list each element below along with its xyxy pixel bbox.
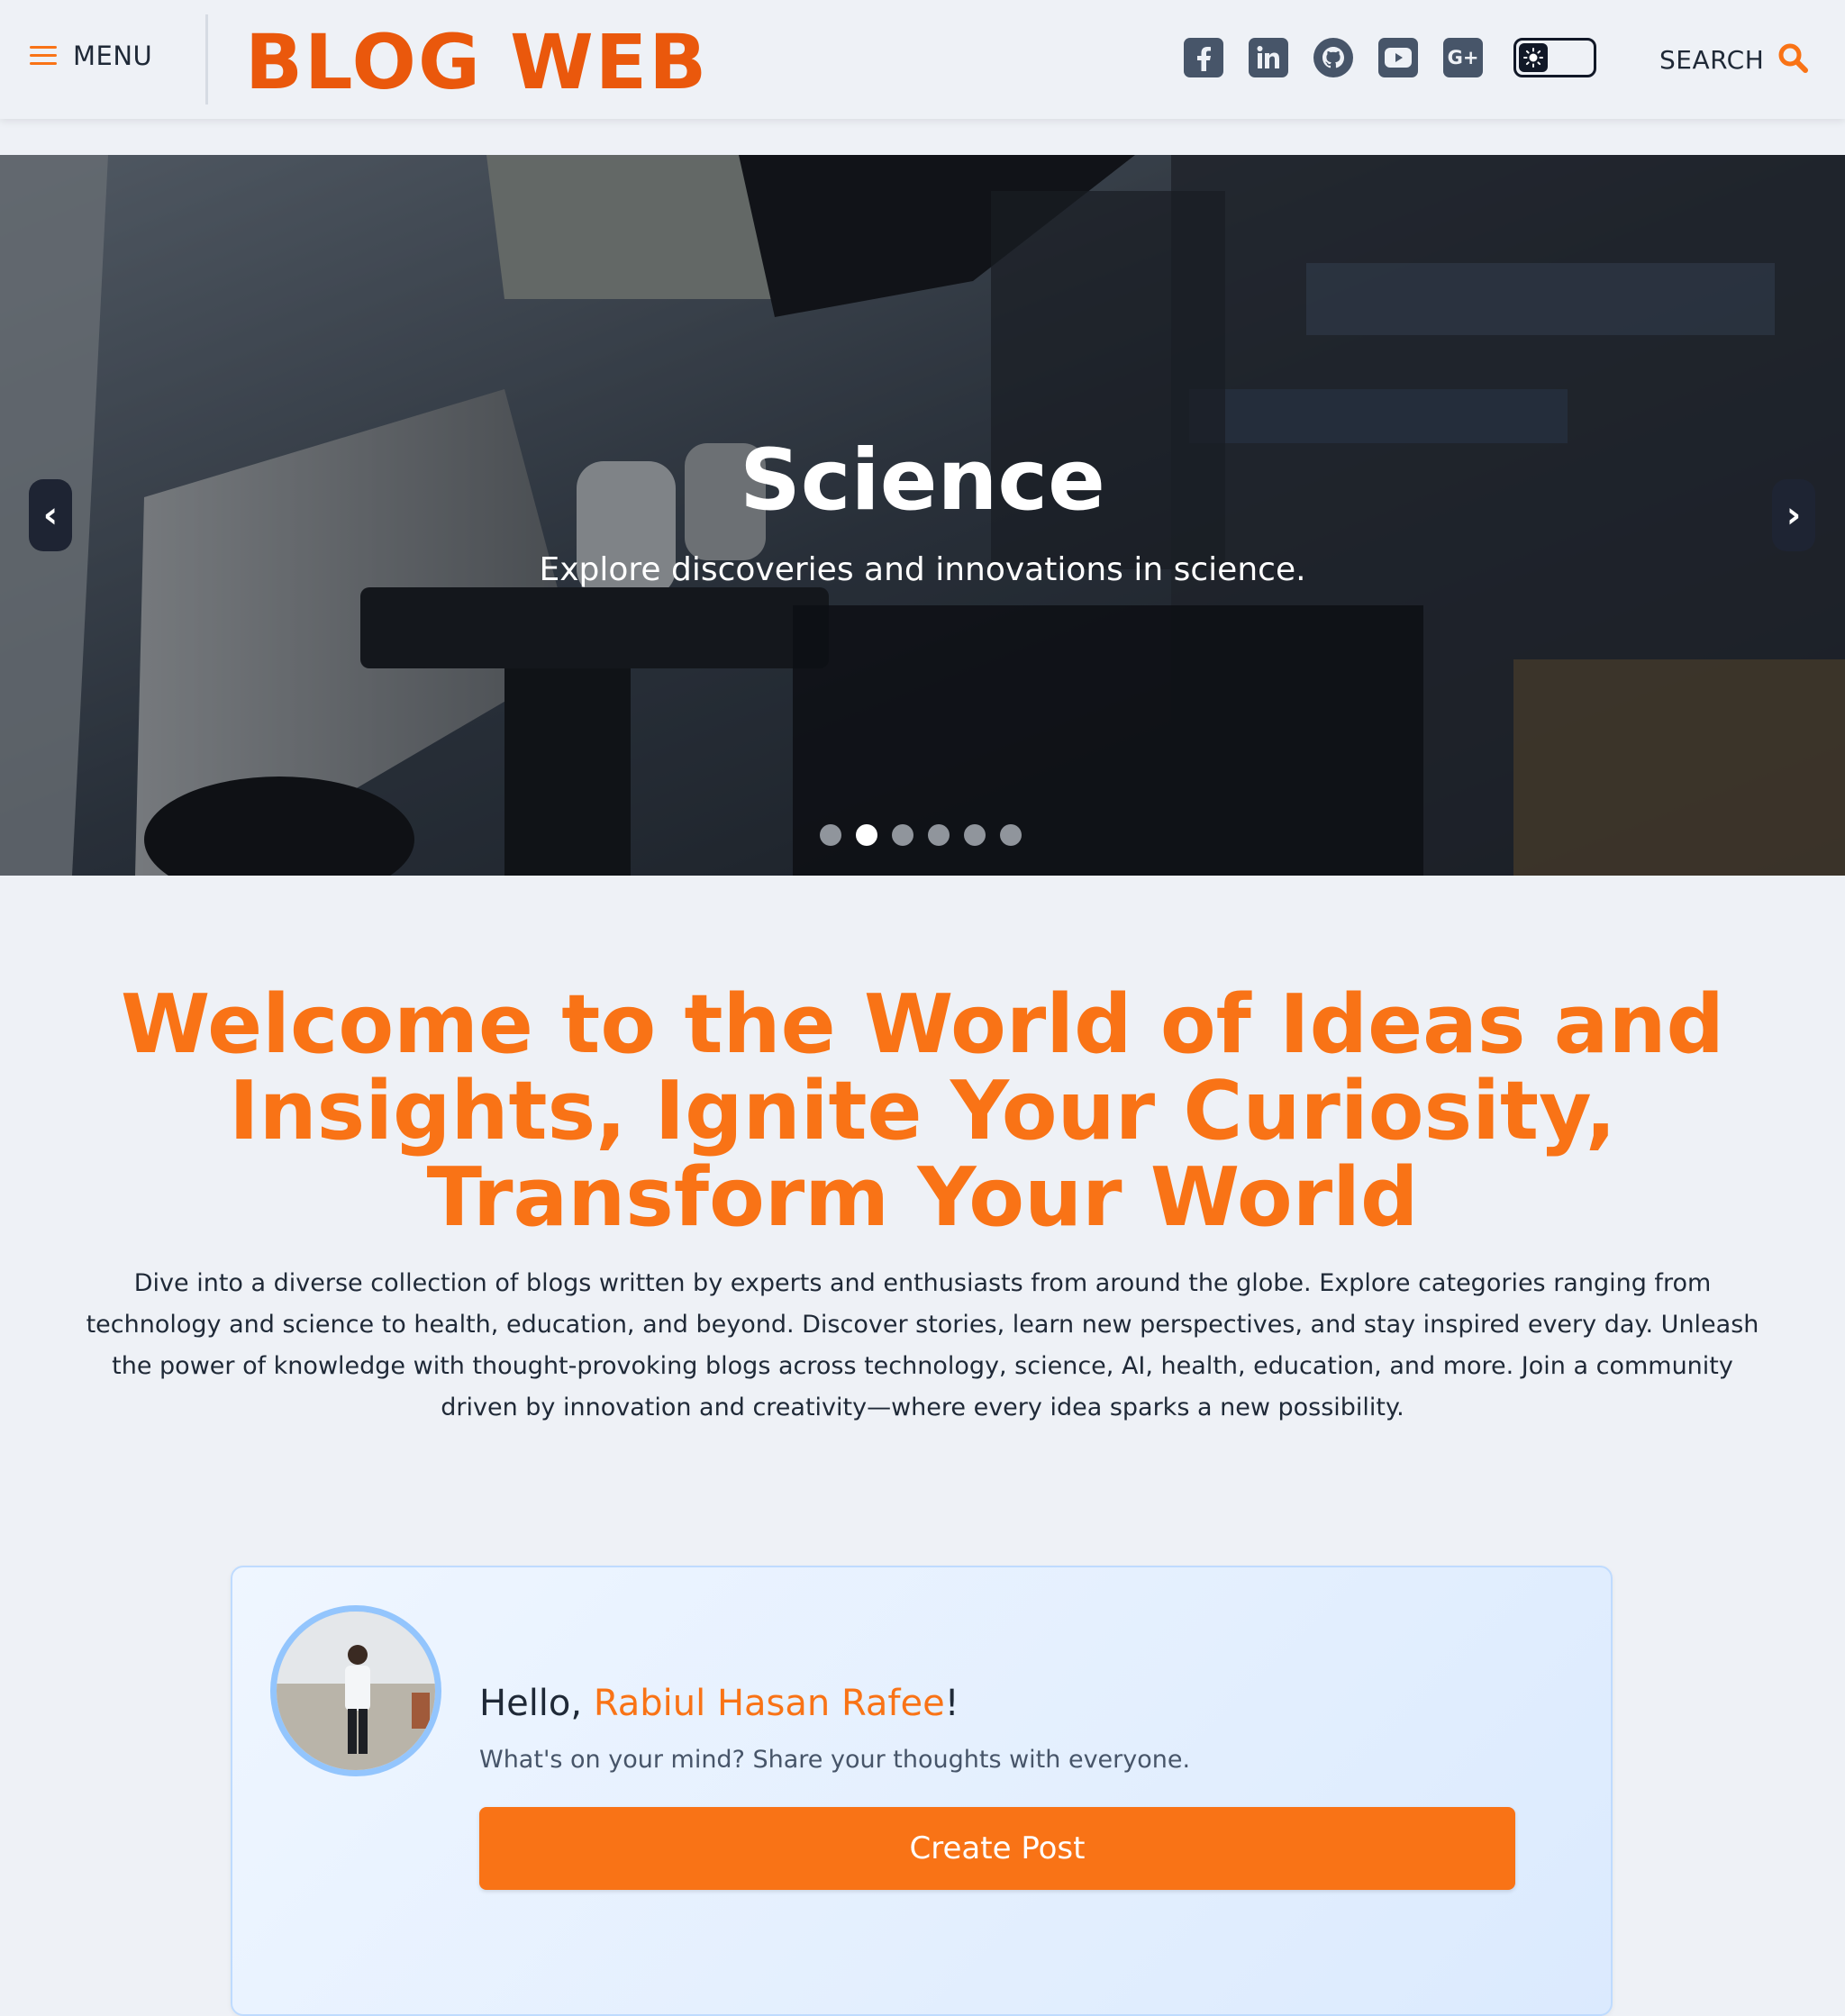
slide-dot-3[interactable] [892,824,913,846]
google-plus-icon[interactable]: G+ [1443,38,1483,77]
github-icon[interactable] [1313,38,1353,77]
menu-label: MENU [73,41,153,71]
slide-subtitle: Explore discoveries and innovations in s… [539,551,1306,588]
post-prompt: What's on your mind? Share your thoughts… [479,1746,1191,1774]
social-links: G+ [1184,38,1483,77]
search-icon [1777,41,1809,77]
header-divider [205,14,208,104]
youtube-icon[interactable] [1378,38,1418,77]
user-name: Rabiul Hasan Rafee [593,1683,945,1724]
linkedin-icon[interactable] [1249,38,1288,77]
prev-slide-button[interactable]: ‹ [29,479,72,551]
chevron-right-icon: › [1786,495,1802,536]
greeting-suffix: ! [944,1683,959,1724]
hero-slider: Science Explore discoveries and innovati… [0,155,1845,876]
next-slide-button[interactable]: › [1772,479,1815,551]
facebook-icon[interactable] [1184,38,1223,77]
slide-dot-2[interactable] [856,824,877,846]
sun-icon [1519,43,1548,72]
search-label: SEARCH [1659,44,1765,75]
google-plus-text: G+ [1447,47,1479,68]
greeting-prefix: Hello, [479,1683,594,1724]
welcome-heading: Welcome to the World of Ideas and Insigh… [121,977,1724,1245]
slide-dot-1[interactable] [820,824,841,846]
slide-dot-5[interactable] [964,824,986,846]
search-button[interactable]: SEARCH [1659,41,1809,77]
welcome-description: Dive into a diverse collection of blogs … [86,1269,1759,1421]
slide-dot-6[interactable] [1000,824,1022,846]
slide-dot-4[interactable] [928,824,950,846]
create-post-button[interactable]: Create Post [479,1807,1515,1890]
greeting: Hello, Rabiul Hasan Rafee! [479,1683,959,1724]
theme-toggle[interactable] [1513,38,1596,77]
menu-button[interactable]: MENU [30,40,152,72]
slide-title: Science [740,431,1105,530]
hamburger-icon [30,46,57,66]
user-avatar[interactable] [270,1605,441,1776]
create-post-card: Hello, Rabiul Hasan Rafee! What's on you… [231,1566,1613,2016]
chevron-left-icon: ‹ [42,495,59,536]
top-navbar: MENU BLOG WEB G+ SEARCH [0,0,1845,119]
slide-indicators [820,824,1022,846]
site-logo[interactable]: BLOG WEB [245,13,708,112]
